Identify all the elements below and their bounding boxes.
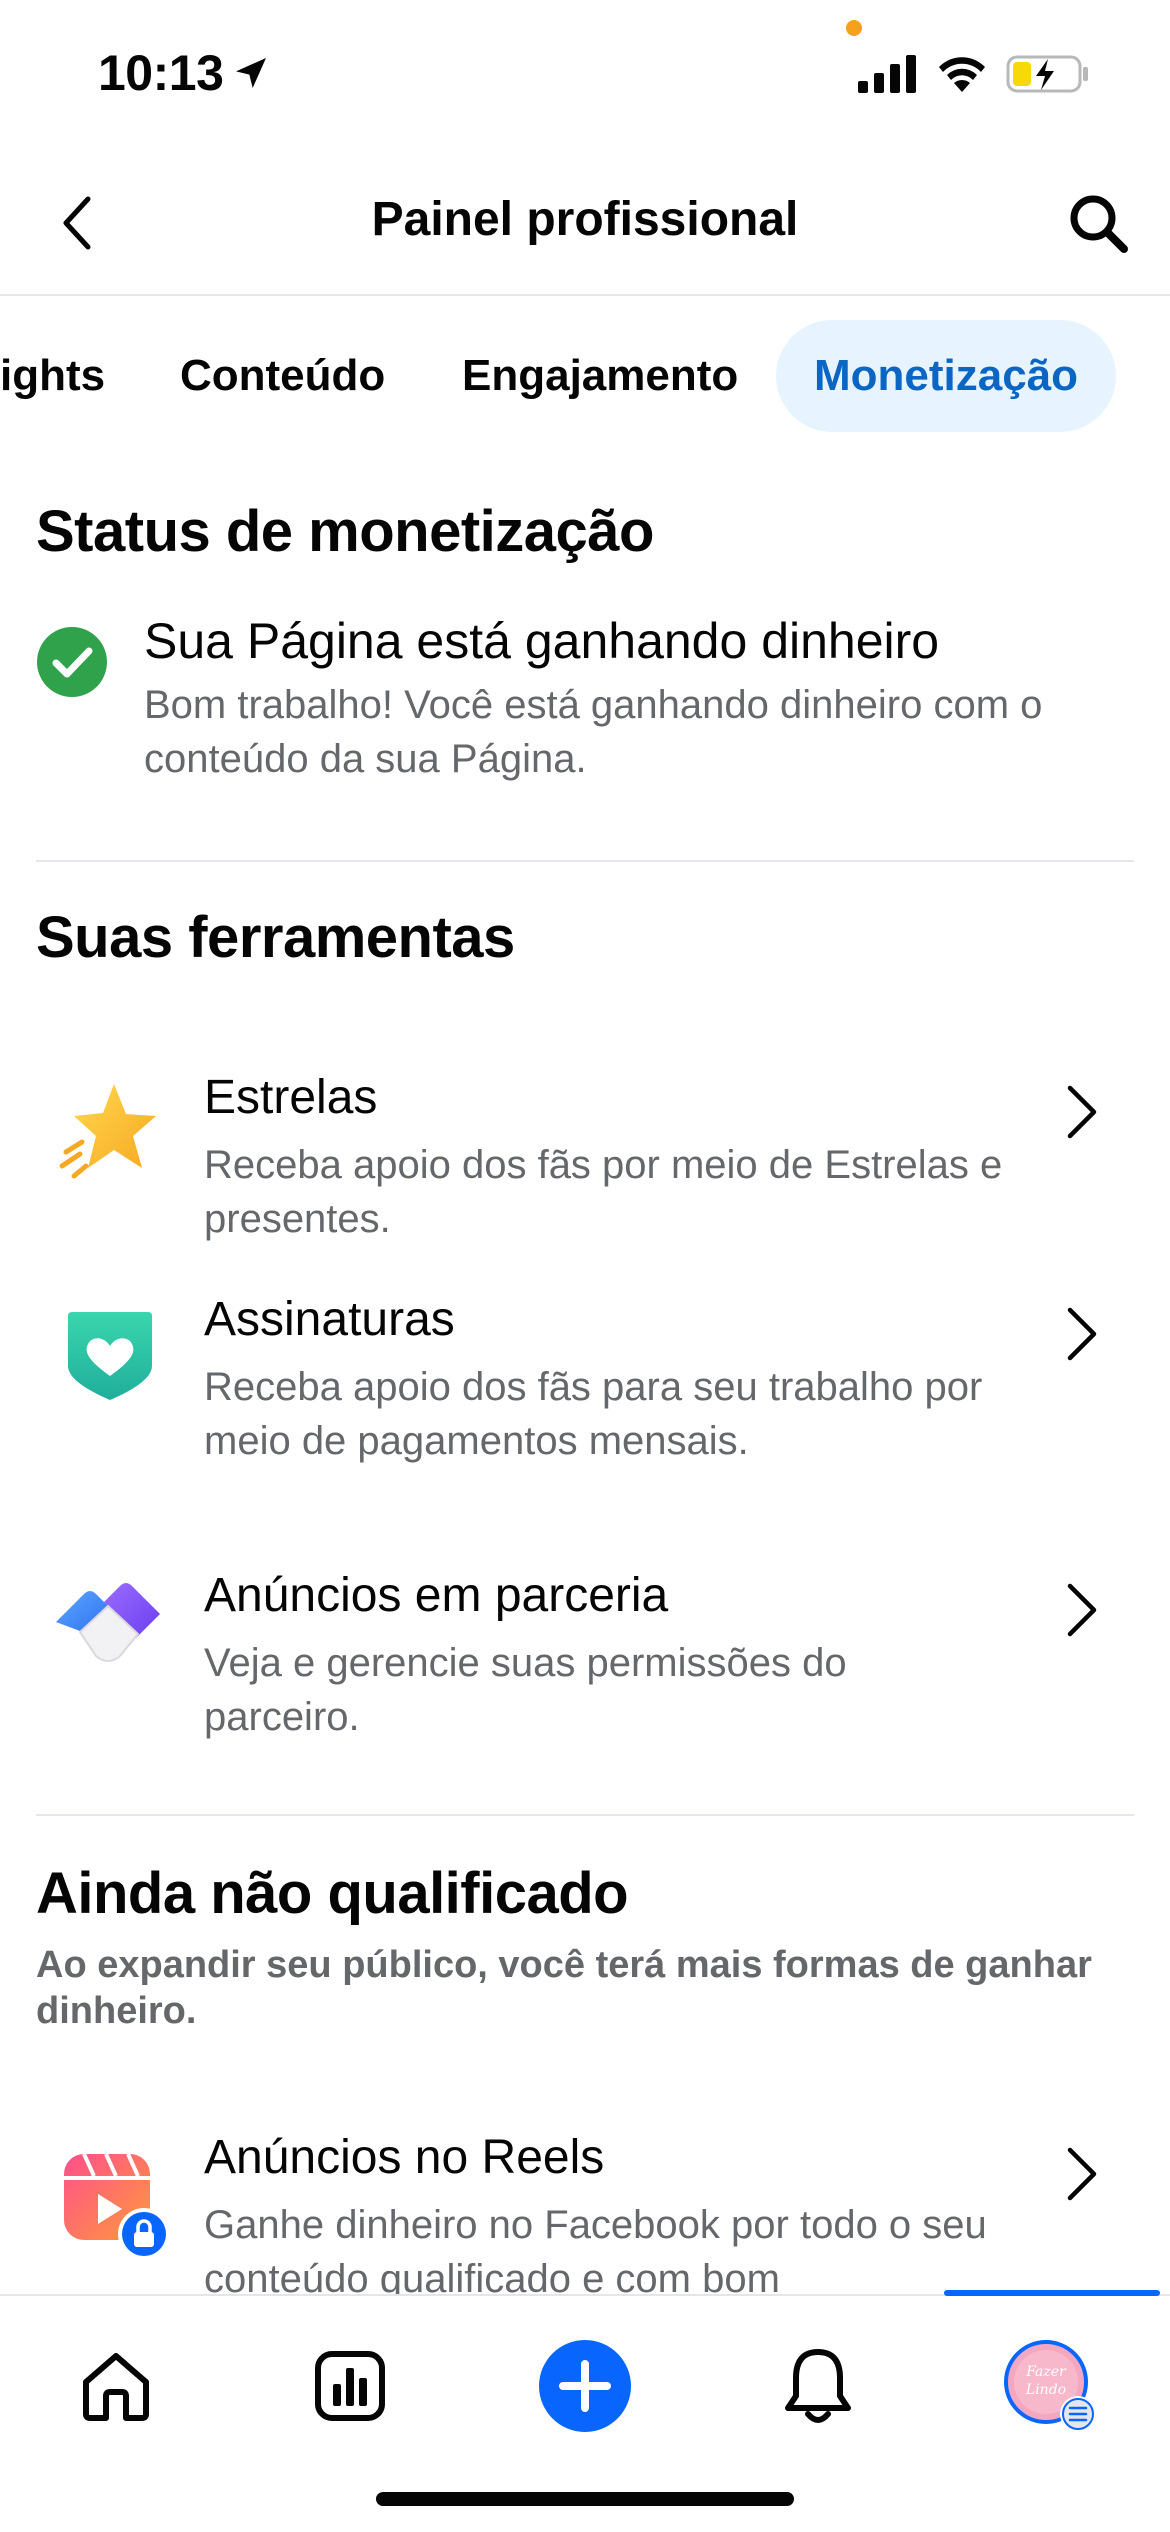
- home-icon: [83, 2353, 149, 2421]
- insights-chart-icon: [315, 2351, 385, 2421]
- battery-charging-icon: [1006, 55, 1088, 93]
- tool-title: Anúncios no Reels: [204, 2131, 605, 2184]
- checkmark-circle-icon: [37, 627, 107, 697]
- cellular-signal-icon: [858, 55, 916, 93]
- status-check-badge: [36, 626, 108, 698]
- nav-insights[interactable]: [300, 2336, 400, 2436]
- status-icons: [858, 54, 1090, 94]
- tab-monetization[interactable]: Monetização: [776, 320, 1117, 432]
- tool-description: Veja e gerencie suas permissões do parce…: [204, 1641, 847, 1739]
- avatar-text-line2: Lindo: [1025, 2382, 1066, 2398]
- reels-locked-icon: [60, 2150, 170, 2260]
- location-arrow-icon: [236, 58, 267, 88]
- chevron-right-icon: [1060, 2144, 1104, 2204]
- not-qualified-description: Ao expandir seu público, você terá mais …: [36, 1944, 1092, 2032]
- create-plus-icon: [539, 2340, 631, 2432]
- tab-engagement[interactable]: Engajamento: [462, 320, 738, 432]
- search-icon: [1070, 195, 1128, 253]
- nav-notifications[interactable]: [768, 2336, 868, 2436]
- time-label: 10:13: [98, 45, 224, 101]
- chevron-right-icon: [1060, 1304, 1104, 1364]
- monetization-status-heading: Status de monetização: [36, 499, 654, 564]
- divider: [36, 860, 1134, 862]
- tool-description: Receba apoio dos fãs para seu trabalho p…: [204, 1365, 983, 1463]
- tool-title: Anúncios em parceria: [204, 1569, 669, 1622]
- monetization-status-title: Sua Página está ganhando dinheiro: [144, 613, 940, 669]
- chevron-right-icon: [1060, 1580, 1104, 1640]
- tool-title: Assinaturas: [204, 1293, 455, 1346]
- tool-description: Ganhe dinheiro no Facebook por todo o se…: [204, 2203, 987, 2294]
- nav-home[interactable]: [66, 2336, 166, 2436]
- wifi-icon: [939, 57, 985, 92]
- header: Painel profissional: [0, 150, 1170, 296]
- tab-insights[interactable]: ights: [0, 320, 105, 432]
- active-tab-indicator: [944, 2290, 1160, 2296]
- tool-row-partnership-ads[interactable]: Anúncios em parceria Veja e gerencie sua…: [0, 1558, 1170, 1758]
- tools-heading: Suas ferramentas: [36, 905, 515, 970]
- privacy-indicator-dot: [846, 20, 862, 36]
- tool-row-subscriptions[interactable]: Assinaturas Receba apoio dos fãs para se…: [0, 1282, 1170, 1532]
- status-time: 10:13: [98, 44, 271, 102]
- monetization-status-description: Bom trabalho! Você está ganhando dinheir…: [144, 683, 1043, 781]
- tab-content[interactable]: Conteúdo: [180, 320, 385, 432]
- tool-description: Receba apoio dos fãs por meio de Estrela…: [204, 1143, 1003, 1241]
- avatar-text-line1: Fazer: [1025, 2364, 1067, 2380]
- tool-title: Estrelas: [204, 1071, 378, 1124]
- partnership-handshake-icon: [50, 1576, 166, 1676]
- home-indicator: [376, 2492, 794, 2506]
- nav-profile-menu[interactable]: Fazer Lindo: [1000, 2336, 1100, 2436]
- not-qualified-heading: Ainda não qualificado: [36, 1861, 629, 1926]
- page-title: Painel profissional: [371, 193, 799, 246]
- search-button[interactable]: [1060, 185, 1136, 261]
- status-bar: 10:13: [0, 0, 1170, 150]
- notifications-bell-icon: [785, 2349, 851, 2423]
- tool-row-stars[interactable]: Estrelas Receba apoio dos fãs por meio d…: [0, 1060, 1170, 1260]
- nav-create[interactable]: [535, 2336, 635, 2436]
- profile-avatar-menu-icon: Fazer Lindo: [1004, 2340, 1096, 2432]
- star-icon: [52, 1076, 162, 1186]
- chevron-right-icon: [1060, 1082, 1104, 1142]
- tool-row-reels-ads[interactable]: Anúncios no Reels Ganhe dinheiro no Face…: [0, 2130, 1170, 2294]
- divider: [36, 1814, 1134, 1816]
- tab-bar: ights Conteúdo Engajamento Monetização: [0, 320, 1170, 432]
- heart-shield-icon: [58, 1302, 162, 1406]
